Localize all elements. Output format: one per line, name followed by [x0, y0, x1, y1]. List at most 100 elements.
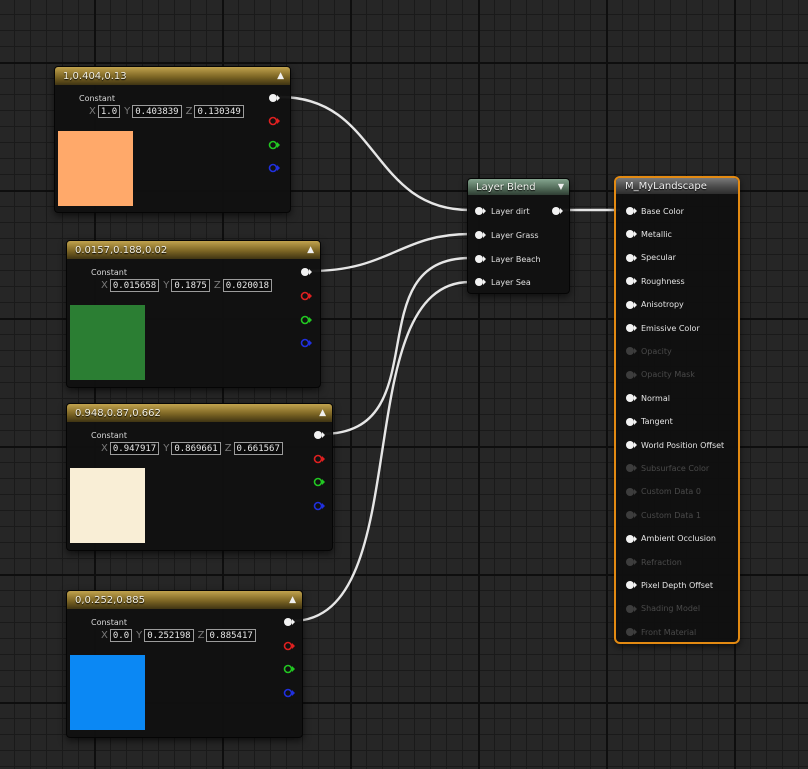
output-pin-g[interactable] [300, 315, 312, 325]
output-pin-r[interactable] [300, 291, 312, 301]
material-input-row[interactable]: Roughness [625, 276, 685, 286]
input-pin[interactable] [625, 534, 637, 544]
output-pin-rgb[interactable] [300, 267, 312, 277]
output-pin-g[interactable] [313, 477, 325, 487]
material-input-row[interactable]: Metallic [625, 229, 672, 239]
output-pin-b[interactable] [313, 501, 325, 511]
node-header[interactable]: 0,0.252,0.885 ▲ [67, 591, 302, 609]
input-row-grass[interactable]: Layer Grass [474, 230, 539, 240]
output-pin-r[interactable] [268, 116, 280, 126]
node-header[interactable]: M_MyLandscape [616, 178, 738, 194]
collapse-icon[interactable]: ▲ [289, 595, 296, 605]
input-pin[interactable] [474, 230, 486, 240]
material-result-node[interactable]: M_MyLandscape Base Color Metallic Specular… [614, 176, 740, 644]
axis-z-label: Z [224, 443, 232, 454]
material-input-row[interactable]: Custom Data 1 [625, 510, 701, 520]
collapse-icon[interactable]: ▲ [307, 245, 314, 255]
material-input-row[interactable]: Anisotropy [625, 300, 684, 310]
material-input-row[interactable]: Emissive Color [625, 323, 700, 333]
node-header[interactable]: 0.0157,0.188,0.02 ▲ [67, 241, 320, 259]
input-pin[interactable] [625, 580, 637, 590]
input-pin[interactable] [625, 300, 637, 310]
collapse-icon[interactable]: ▲ [319, 408, 326, 418]
z-value-input[interactable]: 0.661567 [233, 442, 283, 455]
input-pin[interactable] [625, 206, 637, 216]
material-input-row[interactable]: Base Color [625, 206, 684, 216]
x-value-input[interactable]: 0.0 [109, 629, 133, 642]
output-pin-rgb[interactable] [313, 430, 325, 440]
input-label: Layer Sea [491, 277, 531, 287]
output-pin-rgb[interactable] [283, 617, 295, 627]
input-pin[interactable] [474, 254, 486, 264]
input-pin[interactable] [625, 604, 637, 614]
material-input-row[interactable]: World Position Offset [625, 440, 724, 450]
input-pin[interactable] [625, 417, 637, 427]
input-pin[interactable] [625, 229, 637, 239]
input-row-dirt[interactable]: Layer dirt [474, 206, 530, 216]
material-input-row[interactable]: Ambient Occlusion [625, 534, 716, 544]
output-pin-g[interactable] [268, 140, 280, 150]
constant-node-4[interactable]: 0,0.252,0.885 ▲ Constant X 0.0 Y 0.25219… [66, 590, 303, 738]
material-input-row[interactable]: Shading Model [625, 604, 700, 614]
input-pin[interactable] [625, 323, 637, 333]
x-value-input[interactable]: 0.947917 [109, 442, 160, 455]
output-pin-rgb[interactable] [268, 93, 280, 103]
y-value-input[interactable]: 0.869661 [171, 442, 221, 455]
z-value-input[interactable]: 0.130349 [194, 105, 244, 118]
x-value-input[interactable]: 1.0 [97, 105, 121, 118]
material-input-row[interactable]: Specular [625, 253, 676, 263]
input-pin[interactable] [625, 627, 637, 637]
axis-x-label: X [101, 443, 108, 454]
node-header[interactable]: Layer Blend ▼ [468, 179, 569, 195]
material-input-row[interactable]: Opacity Mask [625, 370, 695, 380]
layer-blend-node[interactable]: Layer Blend ▼ Layer dirt Layer Grass Lay… [467, 178, 570, 294]
material-input-row[interactable]: Opacity [625, 346, 672, 356]
y-value-input[interactable]: 0.403839 [132, 105, 182, 118]
x-value-input[interactable]: 0.015658 [109, 279, 160, 292]
material-input-row[interactable]: Subsurface Color [625, 463, 709, 473]
output-pin-b[interactable] [300, 338, 312, 348]
input-row-beach[interactable]: Layer Beach [474, 254, 541, 264]
input-label: Metallic [641, 229, 672, 239]
input-label: Opacity Mask [641, 370, 695, 380]
node-header[interactable]: 0.948,0.87,0.662 ▲ [67, 404, 332, 422]
input-pin[interactable] [625, 370, 637, 380]
input-pin[interactable] [625, 510, 637, 520]
collapse-icon[interactable]: ▲ [277, 71, 284, 81]
input-pin[interactable] [625, 253, 637, 263]
input-pin[interactable] [625, 440, 637, 450]
axis-z-label: Z [213, 280, 221, 291]
material-input-row[interactable]: Normal [625, 393, 670, 403]
input-pin[interactable] [625, 346, 637, 356]
node-header[interactable]: 1,0.404,0.13 ▲ [55, 67, 290, 85]
output-pin-b[interactable] [283, 688, 295, 698]
axis-x-label: X [101, 630, 108, 641]
output-pin-r[interactable] [313, 454, 325, 464]
material-input-row[interactable]: Pixel Depth Offset [625, 580, 713, 590]
input-pin[interactable] [625, 463, 637, 473]
input-row-sea[interactable]: Layer Sea [474, 277, 531, 287]
material-input-row[interactable]: Tangent [625, 417, 673, 427]
z-value-input[interactable]: 0.020018 [222, 279, 273, 292]
y-value-input[interactable]: 0.1875 [171, 279, 210, 292]
collapse-down-icon[interactable]: ▼ [558, 183, 564, 191]
material-input-row[interactable]: Front Material [625, 627, 696, 637]
input-pin[interactable] [625, 557, 637, 567]
material-input-row[interactable]: Custom Data 0 [625, 487, 701, 497]
output-pin[interactable] [551, 206, 563, 216]
output-pin-g[interactable] [283, 664, 295, 674]
input-pin[interactable] [474, 206, 486, 216]
constant-node-1[interactable]: 1,0.404,0.13 ▲ Constant X 1.0 Y 0.403839… [54, 66, 291, 213]
input-pin[interactable] [625, 487, 637, 497]
input-pin[interactable] [474, 277, 486, 287]
input-pin[interactable] [625, 276, 637, 286]
constant-node-2[interactable]: 0.0157,0.188,0.02 ▲ Constant X 0.015658 … [66, 240, 321, 388]
constant-node-3[interactable]: 0.948,0.87,0.662 ▲ Constant X 0.947917 Y… [66, 403, 333, 551]
axis-x-label: X [89, 106, 96, 117]
z-value-input[interactable]: 0.885417 [206, 629, 256, 642]
material-input-row[interactable]: Refraction [625, 557, 682, 567]
input-pin[interactable] [625, 393, 637, 403]
y-value-input[interactable]: 0.252198 [144, 629, 194, 642]
output-pin-r[interactable] [283, 641, 295, 651]
output-pin-b[interactable] [268, 163, 280, 173]
